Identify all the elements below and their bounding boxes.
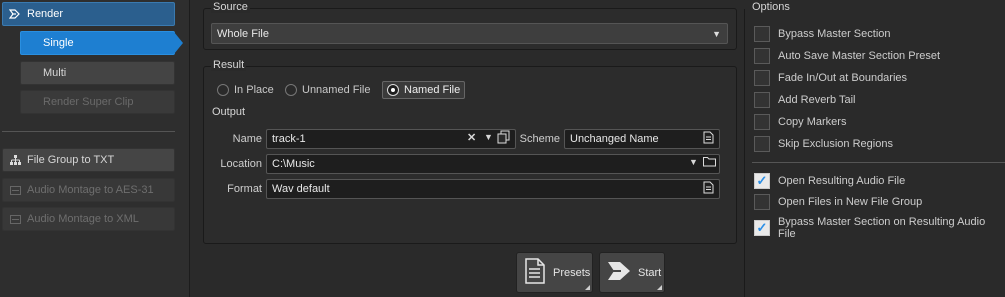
option-open-files-new-group[interactable]: Open Files in New File Group [754,194,922,210]
start-label: Start [638,266,662,279]
checkbox[interactable] [754,48,770,64]
audio-montage-to-xml-label: Audio Montage to XML [27,213,139,225]
checkbox[interactable] [754,70,770,86]
scheme-value: Unchanged Name [570,133,659,145]
audio-montage-to-aes31-label: Audio Montage to AES-31 [27,184,154,196]
chevron-down-icon: ▼ [712,28,721,39]
file-group-to-txt-label: File Group to TXT [27,154,115,166]
chevron-down-icon[interactable]: ▼ [689,157,698,167]
source-title: Source [211,1,250,13]
option-label: Open Resulting Audio File [778,175,906,187]
corner-indicator [585,285,590,290]
location-value: C:\Music [272,158,315,170]
format-field[interactable]: Wav default [266,179,720,199]
option-label: Add Reverb Tail [778,94,856,106]
file-group-to-txt-button[interactable]: File Group to TXT [2,148,175,172]
audio-montage-to-aes31-button[interactable]: Audio Montage to AES-31 [2,178,175,202]
presets-button[interactable]: Presets [516,252,593,293]
location-field[interactable]: C:\Music [266,154,720,174]
option-auto-save-preset[interactable]: Auto Save Master Section Preset [754,48,940,64]
option-label: Bypass Master Section on Resulting Audio… [777,216,986,240]
render-label: Render [27,8,64,20]
presets-label: Presets [553,266,591,279]
checkbox-checked[interactable]: ✓ [754,173,770,189]
single-label: Single [43,37,74,49]
source-dropdown[interactable]: Whole File ▼ [211,23,728,44]
option-copy-markers[interactable]: Copy Markers [754,114,846,130]
checkbox[interactable] [754,26,770,42]
corner-indicator [657,285,662,290]
output-title: Output [212,106,246,118]
result-title: Result [211,59,247,71]
start-button[interactable]: Start [599,252,665,293]
multi-label: Multi [43,67,67,79]
sidebar: Render Single Multi Render Super Clip Fi… [0,0,190,297]
presets-icon [523,257,547,288]
option-label: Copy Markers [778,116,847,128]
hierarchy-icon [9,154,21,166]
scheme-label: Scheme [519,133,560,145]
option-fade-in-out[interactable]: Fade In/Out at Boundaries [754,70,907,86]
option-label: Fade In/Out at Boundaries [778,72,908,84]
radio-circle [285,84,297,96]
radio-circle-selected [387,84,399,96]
montage-icon [9,184,21,196]
start-icon [606,258,632,287]
option-bypass-on-resulting-file[interactable]: ✓ Bypass Master Section on Resulting Aud… [754,216,1005,240]
render-icon [9,8,21,20]
option-open-resulting-audio-file[interactable]: ✓ Open Resulting Audio File [754,173,905,189]
name-value: track-1 [272,133,306,145]
radio-circle [217,84,229,96]
checkbox[interactable] [754,92,770,108]
radio-in-place[interactable]: In Place [217,84,274,96]
name-input[interactable]: track-1 [266,129,516,149]
format-value: Wav default [272,183,330,195]
document-icon[interactable] [703,131,714,147]
folder-icon[interactable] [703,156,716,170]
chevron-down-icon[interactable]: ▼ [484,132,493,142]
checkbox[interactable] [754,194,770,210]
options-title: Options [752,1,790,13]
render-super-clip-button[interactable]: Render Super Clip [20,90,175,114]
source-value: Whole File [217,27,269,40]
name-label: Name [232,133,262,145]
single-button[interactable]: Single [20,31,183,55]
radio-named-file[interactable]: Named File [382,81,466,99]
option-label: Open Files in New File Group [778,196,923,208]
options-divider [744,9,745,297]
clear-icon[interactable]: ✕ [467,131,476,144]
option-add-reverb-tail[interactable]: Add Reverb Tail [754,92,855,108]
sidebar-divider [2,131,175,132]
radio-unnamed-file[interactable]: Unnamed File [285,84,370,96]
radio-unnamed-file-label: Unnamed File [302,84,371,96]
option-skip-exclusion-regions[interactable]: Skip Exclusion Regions [754,136,893,152]
option-label: Bypass Master Section [778,28,891,40]
option-bypass-master-section[interactable]: Bypass Master Section [754,26,891,42]
checkbox[interactable] [754,136,770,152]
scheme-field[interactable]: Unchanged Name [564,129,720,149]
multi-button[interactable]: Multi [20,61,175,85]
options-separator [752,162,1005,163]
render-button[interactable]: Render [2,2,175,26]
checkbox-checked[interactable]: ✓ [754,220,770,236]
option-label: Auto Save Master Section Preset [778,50,941,62]
render-super-clip-label: Render Super Clip [43,96,134,108]
montage-icon [9,213,21,225]
radio-in-place-label: In Place [234,84,274,96]
document-icon[interactable] [703,181,714,197]
copy-icon[interactable] [497,130,511,147]
location-label: Location [220,158,262,170]
radio-named-file-label: Named File [404,84,461,96]
audio-montage-to-xml-button[interactable]: Audio Montage to XML [2,207,175,231]
option-label: Skip Exclusion Regions [778,138,893,150]
checkbox[interactable] [754,114,770,130]
format-label: Format [227,183,262,195]
